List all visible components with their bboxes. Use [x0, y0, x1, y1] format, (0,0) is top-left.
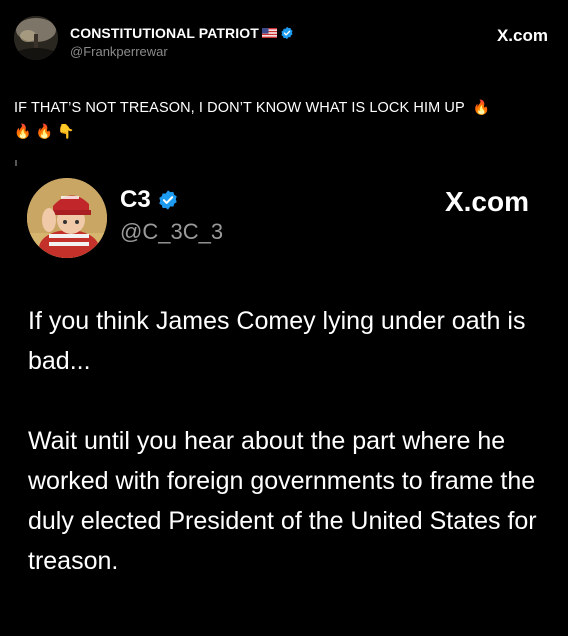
fire-icon: 🔥	[14, 124, 32, 140]
quoted-site-label: X.com	[444, 186, 529, 217]
verified-badge-icon	[158, 190, 177, 210]
avatar-image	[27, 178, 107, 258]
quoted-author-name-text: C3	[120, 186, 151, 213]
quoted-author-avatar[interactable]	[27, 178, 107, 258]
quoted-paragraph-1: If you think James Comey lying under oat…	[28, 307, 526, 375]
outer-author-avatar[interactable]	[14, 16, 58, 60]
outer-author-name[interactable]: CONSTITUTIONAL PATRIOT	[70, 25, 294, 41]
quoted-paragraph-2: Wait until you hear about the part where…	[28, 427, 537, 575]
pointing-down-icon: 👇	[57, 124, 75, 140]
fire-icon: 🔥	[35, 124, 54, 140]
outer-author-handle[interactable]: @Frankperrewar	[70, 44, 168, 59]
quoted-author-handle[interactable]: @C_3C_3	[120, 219, 223, 245]
outer-site-label: X.com	[496, 26, 548, 45]
outer-post-text: IF THAT’S NOT TREASON, I DON’T KNOW WHAT…	[14, 96, 554, 144]
quoted-post-text: If you think James Comey lying under oat…	[28, 301, 553, 581]
outer-author-name-text: CONSTITUTIONAL PATRIOT	[70, 25, 259, 41]
fire-icon: 🔥	[472, 100, 491, 116]
quoted-author-name[interactable]: C3	[120, 186, 179, 214]
avatar-image	[14, 16, 58, 60]
us-flag-icon	[261, 28, 277, 38]
verified-badge-icon	[281, 26, 293, 40]
divider-mark	[15, 160, 17, 166]
outer-post-body: IF THAT’S NOT TREASON, I DON’T KNOW WHAT…	[14, 100, 465, 116]
